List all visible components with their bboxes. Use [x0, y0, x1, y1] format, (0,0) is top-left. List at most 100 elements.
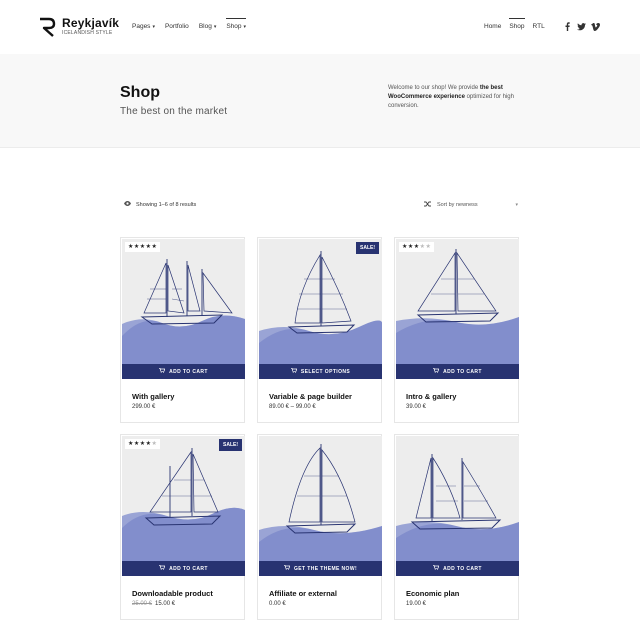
- nav-item-pages[interactable]: Pages ▾: [132, 18, 155, 38]
- add-to-cart-button[interactable]: GET THE THEME NOW!: [259, 561, 382, 576]
- nav-label: Blog: [198, 23, 212, 30]
- old-price: 25.00 €: [132, 601, 153, 607]
- nav-item-portfolio[interactable]: Portfolio: [165, 18, 189, 38]
- nav-item-home[interactable]: Home: [484, 18, 501, 38]
- product-card[interactable]: ★★★★★ SALE! ADD TO CART Downloadable produc…: [120, 434, 245, 620]
- nav-label: Shop: [226, 23, 242, 30]
- cart-icon: [433, 564, 440, 572]
- product-title[interactable]: Affiliate or external: [269, 589, 337, 598]
- cart-icon: [159, 367, 166, 375]
- product-image[interactable]: ★★★★★ SALE!: [122, 436, 245, 561]
- nav-item-shop[interactable]: Shop ▾: [226, 18, 246, 38]
- eye-icon: [124, 201, 131, 208]
- cart-icon: [283, 564, 291, 572]
- shop-content: Showing 1–6 of 8 results Sort by newness…: [0, 148, 640, 640]
- product-price: 0.00 €: [269, 601, 286, 607]
- product-price: 89.00 € – 99.00 €: [269, 404, 316, 410]
- secondary-nav: Home Shop RTL: [484, 18, 553, 38]
- product-image[interactable]: [259, 436, 382, 561]
- star-rating: ★★★★★: [399, 242, 435, 252]
- sale-badge: SALE!: [219, 439, 242, 451]
- product-image-sailboat: [259, 444, 382, 561]
- brand[interactable]: Reykjavík ICELANDISH STYLE: [62, 17, 119, 37]
- button-label: ADD TO CART: [443, 565, 482, 572]
- product-image[interactable]: ★★★★★: [396, 239, 519, 364]
- product-image-sailboat: [396, 454, 519, 561]
- product-image-sailboat: [259, 251, 382, 364]
- add-to-cart-button[interactable]: ADD TO CART: [396, 364, 519, 379]
- product-image-sailboat: [396, 249, 519, 364]
- button-label: ADD TO CART: [443, 368, 482, 375]
- product-title[interactable]: Economic plan: [406, 589, 459, 598]
- product-title[interactable]: Downloadable product: [132, 589, 213, 598]
- product-title[interactable]: Intro & gallery: [406, 392, 456, 401]
- button-label: ADD TO CART: [169, 565, 208, 572]
- page-title: Shop: [120, 84, 160, 101]
- result-count: Showing 1–6 of 8 results: [124, 201, 196, 208]
- nav-label: Portfolio: [164, 23, 189, 30]
- button-label: SELECT OPTIONS: [300, 368, 351, 375]
- cart-icon: [290, 367, 298, 375]
- product-title[interactable]: With gallery: [132, 392, 174, 401]
- product-card[interactable]: GET THE THEME NOW! Affiliate or external 0…: [257, 434, 382, 620]
- product-price: 19.00 €: [406, 601, 426, 607]
- brand-name: Reykjavík: [62, 16, 120, 30]
- sort-selected-value: Sort by newness: [437, 202, 478, 208]
- shuffle-icon: [424, 201, 431, 209]
- twitter-icon[interactable]: [577, 22, 586, 31]
- chevron-down-icon: ▾: [152, 24, 155, 30]
- add-to-cart-button[interactable]: ADD TO CART: [122, 561, 245, 576]
- stars-filled: ★★★★★: [128, 244, 158, 250]
- nav-item-shop-secondary[interactable]: Shop: [509, 18, 525, 38]
- current-price: 19.00 €: [406, 601, 427, 607]
- product-price: 299.00 €: [132, 404, 155, 410]
- product-card[interactable]: ADD TO CART Economic plan 19.00 €: [394, 434, 519, 620]
- product-price: 25.00 €15.00 €: [132, 601, 175, 607]
- product-image[interactable]: [396, 436, 519, 561]
- brand-tagline: ICELANDISH STYLE: [62, 30, 113, 36]
- button-label: ADD TO CART: [169, 368, 208, 375]
- nav-item-blog[interactable]: Blog ▾: [199, 18, 217, 38]
- star-rating: ★★★★★: [125, 242, 161, 252]
- stars-filled: ★★★: [402, 244, 420, 250]
- result-count-text: Showing 1–6 of 8 results: [136, 201, 197, 208]
- cart-icon: [433, 367, 440, 375]
- stars-empty: ★★: [419, 244, 432, 250]
- chevron-down-icon: ▾: [515, 202, 518, 208]
- chevron-down-icon: ▾: [243, 24, 247, 30]
- main-nav: Pages ▾ Portfolio Blog ▾ Shop ▾: [132, 18, 256, 38]
- product-price: 39.00 €: [406, 404, 426, 410]
- nav-item-rtl[interactable]: RTL: [533, 18, 545, 38]
- nav-label: Pages: [132, 23, 151, 30]
- star-rating: ★★★★★: [125, 439, 161, 449]
- stars-empty: ★: [151, 441, 158, 447]
- page-description: Welcome to our shop! We provide the best…: [388, 84, 520, 111]
- logo-icon[interactable]: [38, 17, 56, 37]
- page-hero: Shop The best on the market Welcome to o…: [0, 54, 640, 148]
- current-price: 15.00 €: [155, 601, 176, 607]
- product-card[interactable]: ★★★★★ ADD TO CART With gallery 299.00 €: [120, 237, 245, 423]
- vimeo-icon[interactable]: [591, 22, 600, 31]
- add-to-cart-button[interactable]: ADD TO CART: [396, 561, 519, 576]
- page-subtitle: The best on the market: [120, 106, 228, 117]
- product-image-sailboat: [122, 448, 245, 561]
- product-card[interactable]: ★★★★★ ADD TO CART Intro & gallery 39.00 €: [394, 237, 519, 423]
- facebook-icon[interactable]: [563, 22, 572, 31]
- stars-filled: ★★★★: [128, 441, 152, 447]
- sort-select[interactable]: Sort by newness ▾: [424, 199, 518, 211]
- site-header: Reykjavík ICELANDISH STYLE Pages ▾ Portfo…: [0, 0, 640, 54]
- product-card[interactable]: SALE! SELECT OPTIONS Variable & page build…: [257, 237, 382, 423]
- button-label: GET THE THEME NOW!: [293, 565, 358, 572]
- current-price: 39.00 €: [406, 404, 427, 410]
- add-to-cart-button[interactable]: SELECT OPTIONS: [259, 364, 382, 379]
- social-links: [563, 22, 605, 31]
- product-image[interactable]: ★★★★★: [122, 239, 245, 364]
- current-price: 89.00 € – 99.00 €: [269, 404, 316, 410]
- current-price: 0.00 €: [269, 601, 286, 607]
- current-price: 299.00 €: [132, 404, 156, 410]
- cart-icon: [159, 564, 166, 572]
- product-image-sailboat: [122, 259, 245, 364]
- add-to-cart-button[interactable]: ADD TO CART: [122, 364, 245, 379]
- product-image[interactable]: SALE!: [259, 239, 382, 364]
- product-title[interactable]: Variable & page builder: [269, 392, 352, 401]
